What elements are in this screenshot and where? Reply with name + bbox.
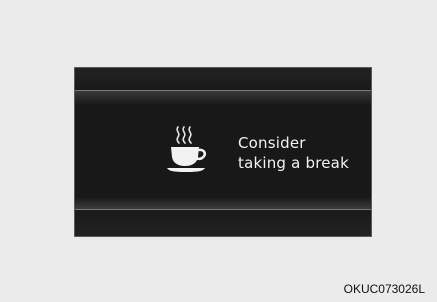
message-line-2: taking a break <box>238 154 349 172</box>
display-top-band <box>75 68 371 91</box>
figure-code: OKUC073026L <box>343 282 425 296</box>
display-bottom-divider <box>75 197 371 209</box>
display-bottom-band <box>75 209 371 236</box>
display-top-divider <box>75 91 371 103</box>
coffee-cup-icon <box>167 126 207 172</box>
message-line-1: Consider <box>238 134 306 152</box>
cluster-display: Consider taking a break <box>74 67 372 237</box>
break-message: Consider taking a break <box>238 133 349 173</box>
